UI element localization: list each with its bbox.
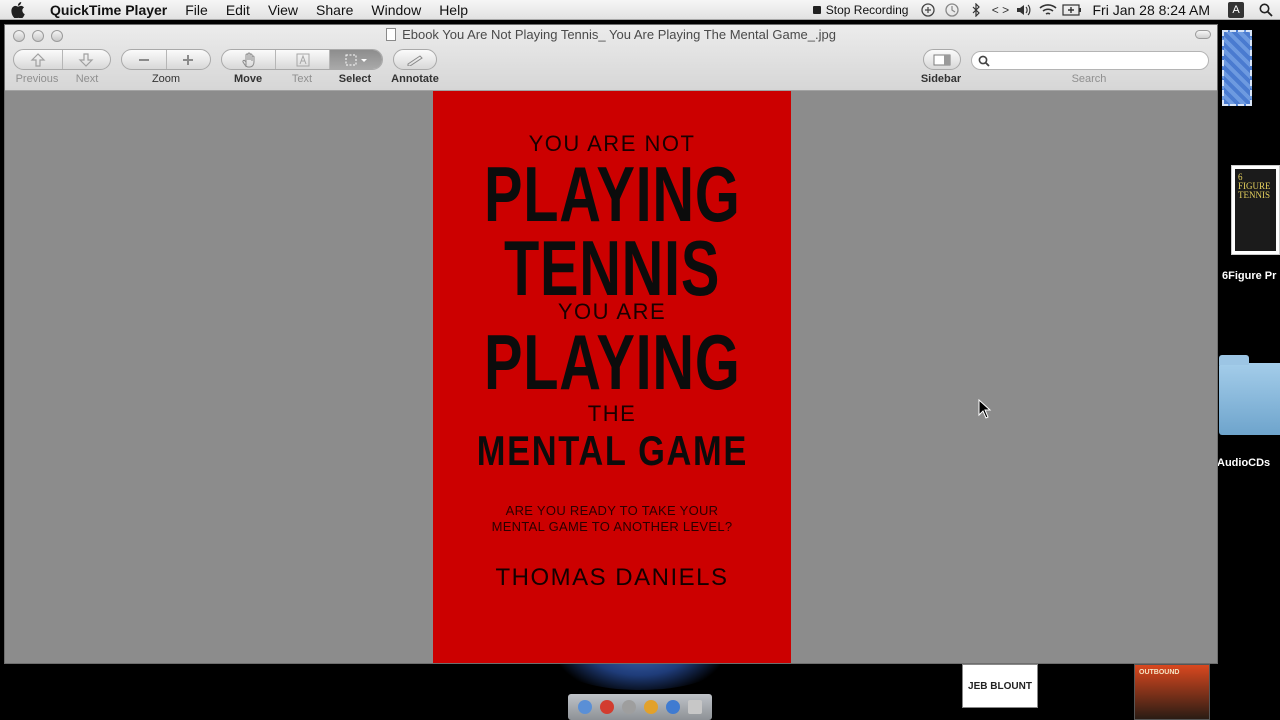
page-nav-group (13, 49, 111, 70)
desktop-book-outbound[interactable]: OUTBOUND (1134, 664, 1210, 720)
text-tool-button[interactable] (275, 50, 328, 69)
desktop-file-6figure-label[interactable]: 6Figure Pr (1222, 270, 1276, 282)
annotate-button[interactable] (394, 50, 436, 69)
zoom-in-button[interactable] (165, 50, 210, 69)
zoom-label: Zoom (151, 73, 181, 85)
previous-label: Previous (15, 73, 59, 85)
safari-dock-icon[interactable] (666, 700, 680, 714)
move-label: Move (233, 73, 263, 85)
chrome-dock-icon[interactable] (600, 700, 614, 714)
plus-icon (183, 54, 194, 65)
zoom-out-button[interactable] (122, 50, 166, 69)
window-title: Ebook You Are Not Playing Tennis_ You Ar… (5, 27, 1217, 42)
apple-icon[interactable] (0, 0, 36, 20)
select-tool-button[interactable] (328, 50, 382, 69)
stop-icon (812, 6, 821, 14)
down-arrow-icon (79, 52, 94, 67)
menu-view[interactable]: View (259, 2, 307, 18)
desktop-file-6figure-icon[interactable]: 6 FIGURE TENNIS (1231, 165, 1280, 255)
spotlight-search-icon[interactable] (1252, 3, 1280, 17)
selection-grid-icon (345, 54, 367, 65)
next-label: Next (75, 73, 99, 85)
desktop-folder-audiocds-icon[interactable] (1219, 355, 1280, 435)
up-arrow-icon (30, 52, 46, 67)
chrome-alt-dock-icon[interactable] (644, 700, 658, 714)
toolbar-toggle-button[interactable] (1195, 30, 1211, 39)
volume-icon[interactable] (1012, 0, 1036, 20)
zoom-group (121, 49, 211, 70)
next-button[interactable] (61, 50, 110, 69)
user-switch-icon[interactable]: A (1228, 2, 1244, 18)
menu-help[interactable]: Help (430, 2, 477, 18)
desktop-file-thumb-text: 6 FIGURE TENNIS (1235, 169, 1276, 251)
wifi-icon[interactable] (1036, 0, 1060, 20)
trash-dock-icon[interactable] (688, 700, 702, 714)
sidebar-icon (933, 54, 951, 65)
desktop-book-outbound-label: OUTBOUND (1139, 669, 1180, 676)
bluetooth-icon[interactable] (964, 0, 988, 20)
search-input[interactable] (994, 52, 1208, 69)
sidebar-toggle-button[interactable] (924, 50, 960, 69)
finder-dock-icon[interactable] (578, 700, 592, 714)
dock (568, 694, 712, 720)
annotate-label: Annotate (391, 73, 439, 85)
hand-icon (242, 52, 255, 67)
cover-line-mental-game: MENTAL GAME (476, 427, 748, 475)
sidebar-group (923, 49, 961, 70)
menu-edit[interactable]: Edit (217, 2, 259, 18)
battery-icon[interactable] (1060, 0, 1084, 20)
text-label: Text (291, 73, 313, 85)
minus-icon (138, 58, 149, 61)
search-label: Search (1071, 73, 1107, 85)
text-cursor-icon (296, 53, 309, 66)
cover-author: THOMAS DANIELS (495, 564, 729, 592)
document-proxy-icon[interactable] (386, 28, 397, 41)
sidebar-label: Sidebar (920, 73, 962, 85)
desktop-folder-audiocds-label[interactable]: AudioCDs (1217, 457, 1270, 469)
previous-button[interactable] (14, 50, 62, 69)
desktop-book-jeb-blount[interactable]: JEB BLOUNT (962, 664, 1038, 708)
select-label: Select (338, 73, 372, 85)
menu-clock[interactable]: Fri Jan 28 8:24 AM (1084, 2, 1220, 18)
cover-line-playing: PLAYING (483, 150, 741, 238)
preview-window: Ebook You Are Not Playing Tennis_ You Ar… (4, 24, 1218, 664)
status-area: Stop Recording < > Fri Jan 28 8:24 AM A (807, 0, 1280, 20)
menu-window[interactable]: Window (362, 2, 430, 18)
sync-icon[interactable] (916, 0, 940, 20)
move-tool-button[interactable] (222, 50, 275, 69)
menu-share[interactable]: Share (307, 2, 362, 18)
stop-recording-label: Stop Recording (825, 3, 909, 17)
cover-tagline-1: ARE YOU READY TO TAKE YOUR (505, 503, 719, 519)
search-field[interactable] (971, 51, 1209, 70)
menu-app-name[interactable]: QuickTime Player (36, 2, 176, 18)
tool-mode-group (221, 49, 383, 70)
cover-line-playing-2: PLAYING (483, 318, 741, 407)
mail-stamp-icon[interactable] (1222, 30, 1252, 106)
code-arrows-icon[interactable]: < > (988, 0, 1012, 20)
app-dock-icon[interactable] (622, 700, 636, 714)
desktop-book-jeb-blount-label: JEB BLOUNT (968, 680, 1032, 692)
cover-tagline-2: MENTAL GAME TO ANOTHER LEVEL? (491, 518, 733, 534)
annotate-group (393, 49, 437, 70)
book-cover-image: YOU ARE NOT PLAYING TENNIS YOU ARE PLAYI… (433, 91, 791, 663)
time-machine-icon[interactable] (940, 0, 964, 20)
stop-recording-button[interactable]: Stop Recording (807, 3, 917, 17)
cover-line-tennis: TENNIS (503, 224, 721, 313)
pencil-icon (407, 54, 423, 66)
document-view[interactable]: YOU ARE NOT PLAYING TENNIS YOU ARE PLAYI… (5, 91, 1217, 663)
menu-bar: QuickTime Player File Edit View Share Wi… (0, 0, 1280, 20)
search-icon (978, 55, 990, 67)
menu-file[interactable]: File (176, 2, 217, 18)
window-title-text: Ebook You Are Not Playing Tennis_ You Ar… (402, 27, 836, 42)
window-titlebar[interactable]: Ebook You Are Not Playing Tennis_ You Ar… (5, 25, 1217, 91)
